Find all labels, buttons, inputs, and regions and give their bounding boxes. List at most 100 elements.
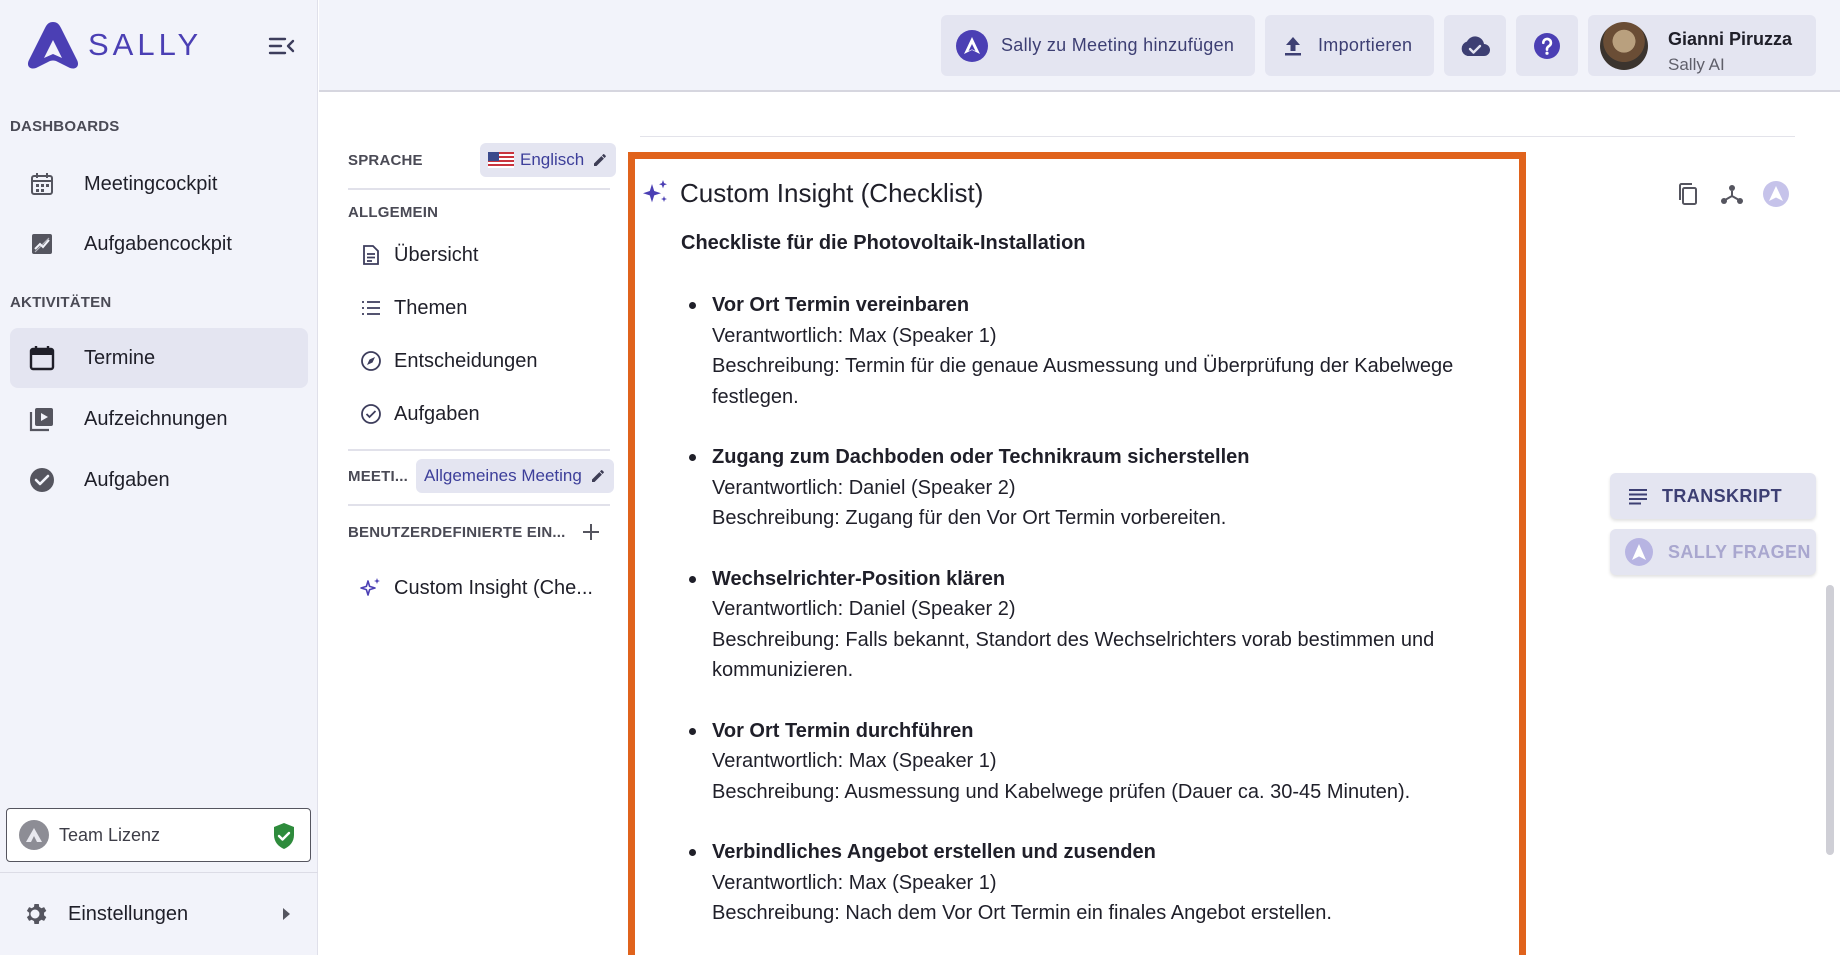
share-network-icon[interactable] <box>1718 180 1746 208</box>
general-label: ALLGEMEIN <box>348 204 439 221</box>
list-item: Wechselrichter-Position klären Verantwor… <box>681 564 1501 686</box>
add-sally-to-meeting-button[interactable]: Sally zu Meeting hinzufügen <box>941 15 1255 76</box>
list-item: Zugang zum Dachboden oder Technikraum si… <box>681 442 1501 534</box>
sidebar-item-label: Aufgaben <box>84 468 170 491</box>
calendar-icon <box>28 344 56 372</box>
copy-icon[interactable] <box>1674 180 1702 208</box>
menu-item-label: Custom Insight (Che... <box>394 576 593 599</box>
divider <box>348 188 610 190</box>
document-icon <box>360 244 382 266</box>
list-item-title: Vor Ort Termin vereinbaren <box>712 294 970 316</box>
list-item-description: Beschreibung: Nach dem Vor Ort Termin ei… <box>712 902 1332 924</box>
chart-icon <box>28 230 56 258</box>
shield-check-icon <box>274 823 294 849</box>
list-item-title: Verbindliches Angebot erstellen und zuse… <box>712 841 1156 863</box>
sidebar: SALLY DASHBOARDS Meetingcockpit Aufgaben… <box>0 0 318 955</box>
list-item-title: Zugang zum Dachboden oder Technikraum si… <box>712 446 1250 468</box>
add-custom-insight-icon[interactable] <box>580 521 602 543</box>
import-button[interactable]: Importieren <box>1265 15 1434 76</box>
insight-title: Custom Insight (Checklist) <box>680 178 984 208</box>
language-value: Englisch <box>520 150 585 169</box>
menu-item-label: Entscheidungen <box>394 349 538 372</box>
list-icon <box>360 297 382 319</box>
list-item-owner: Verantwortlich: Max (Speaker 1) <box>712 871 997 894</box>
user-name: Gianni Piruzza <box>1668 29 1793 49</box>
list-item-description: Beschreibung: Termin für die genaue Ausm… <box>712 355 1454 408</box>
language-chip[interactable]: Englisch <box>480 143 617 177</box>
list-item: Vor Ort Termin vereinbaren Verantwortlic… <box>681 290 1501 412</box>
section-activities: AKTIVITÄTEN <box>10 294 112 311</box>
settings-menu[interactable]: Einstellungen <box>22 890 292 938</box>
add-meeting-label: Sally zu Meeting hinzufügen <box>1001 35 1235 55</box>
sidebar-item-aufzeichnungen[interactable]: Aufzeichnungen <box>10 389 308 449</box>
menu-item-decisions[interactable]: Entscheidungen <box>360 343 537 379</box>
upload-icon <box>1285 36 1301 55</box>
sparkle-icon <box>643 180 667 203</box>
calendar-grid-icon <box>28 170 56 198</box>
ask-sally-button[interactable]: SALLY FRAGEN <box>1610 529 1816 575</box>
list-item-owner: Verantwortlich: Daniel (Speaker 2) <box>712 476 1016 499</box>
section-dashboards: DASHBOARDS <box>10 118 120 135</box>
checklist-heading: Checkliste für die Photovoltaik-Installa… <box>681 232 1086 254</box>
collapse-sidebar-icon[interactable] <box>268 34 296 58</box>
check-circle-icon <box>28 466 56 494</box>
list-item-description: Beschreibung: Ausmessung und Kabelwege p… <box>712 780 1411 803</box>
transcript-button[interactable]: TRANSKRIPT <box>1610 473 1816 519</box>
list-item: Verbindliches Angebot erstellen und zuse… <box>681 837 1501 929</box>
sidebar-item-label: Termine <box>84 346 156 369</box>
language-label: SPRACHE <box>348 152 423 169</box>
sidebar-item-meetingcockpit[interactable]: Meetingcockpit <box>10 154 308 214</box>
sally-logo-icon <box>1625 538 1653 566</box>
user-role: Sally AI <box>1668 55 1725 74</box>
sally-logo[interactable]: SALLY <box>24 18 202 72</box>
list-item-owner: Verantwortlich: Max (Speaker 1) <box>712 324 997 347</box>
menu-item-label: Aufgaben <box>394 402 480 425</box>
scrollbar[interactable] <box>1826 585 1834 855</box>
menu-item-label: Übersicht <box>394 243 479 266</box>
check-circle-outline-icon <box>360 403 382 425</box>
meeting-type-label: MEETI... <box>348 468 408 485</box>
sally-logo-icon <box>956 29 988 62</box>
transcript-label: TRANSKRIPT <box>1662 485 1782 506</box>
list-item: Vor Ort Termin durchführen Verantwortlic… <box>681 716 1501 808</box>
sally-logo-icon <box>27 22 79 69</box>
cloud-check-icon <box>1461 35 1490 56</box>
list-item-description: Beschreibung: Zugang für den Vor Ort Ter… <box>712 507 1227 529</box>
us-flag-icon <box>488 152 514 168</box>
pencil-icon <box>591 470 604 482</box>
settings-label: Einstellungen <box>68 902 189 925</box>
menu-item-label: Themen <box>394 296 468 319</box>
help-button[interactable] <box>1516 15 1578 76</box>
content-divider <box>640 136 1795 137</box>
divider <box>348 449 610 451</box>
gear-icon <box>26 904 47 924</box>
sidebar-item-aufgaben[interactable]: Aufgaben <box>10 450 308 510</box>
menu-item-tasks[interactable]: Aufgaben <box>360 396 480 432</box>
list-item-description: Beschreibung: Falls bekannt, Standort de… <box>712 628 1435 682</box>
team-license[interactable]: Team Lizenz <box>6 808 311 862</box>
cloud-sync-button[interactable] <box>1444 15 1506 76</box>
license-label: Team Lizenz <box>59 824 161 845</box>
sidebar-item-label: Aufgabencockpit <box>84 232 232 255</box>
sidebar-item-termine[interactable]: Termine <box>10 328 308 388</box>
sparkle-icon <box>360 577 382 599</box>
chevron-right-icon <box>283 908 290 920</box>
user-profile[interactable]: Gianni Piruzza Sally AI <box>1588 15 1816 76</box>
sally-logo-icon[interactable] <box>1762 180 1790 208</box>
list-item-title: Wechselrichter-Position klären <box>712 567 1006 590</box>
menu-item-overview[interactable]: Übersicht <box>360 237 478 273</box>
sidebar-item-label: Aufzeichnungen <box>84 407 228 430</box>
list-item-title: Vor Ort Termin durchführen <box>712 719 974 742</box>
list-item-owner: Verantwortlich: Daniel (Speaker 2) <box>712 598 1016 620</box>
checklist: Vor Ort Termin vereinbaren Verantwortlic… <box>681 290 1501 955</box>
meeting-type-chip[interactable]: Allgemeines Meeting <box>416 459 614 493</box>
video-library-icon <box>28 405 56 433</box>
divider <box>348 504 610 506</box>
menu-item-topics[interactable]: Themen <box>360 290 467 326</box>
help-icon <box>1534 32 1560 59</box>
list-item-owner: Verantwortlich: Max (Speaker 1) <box>712 750 997 772</box>
menu-item-custom-insight[interactable]: Custom Insight (Che... <box>360 570 593 606</box>
license-avatar-icon <box>19 820 49 850</box>
brand-name: SALLY <box>88 27 203 62</box>
sidebar-item-aufgabencockpit[interactable]: Aufgabencockpit <box>10 214 308 274</box>
